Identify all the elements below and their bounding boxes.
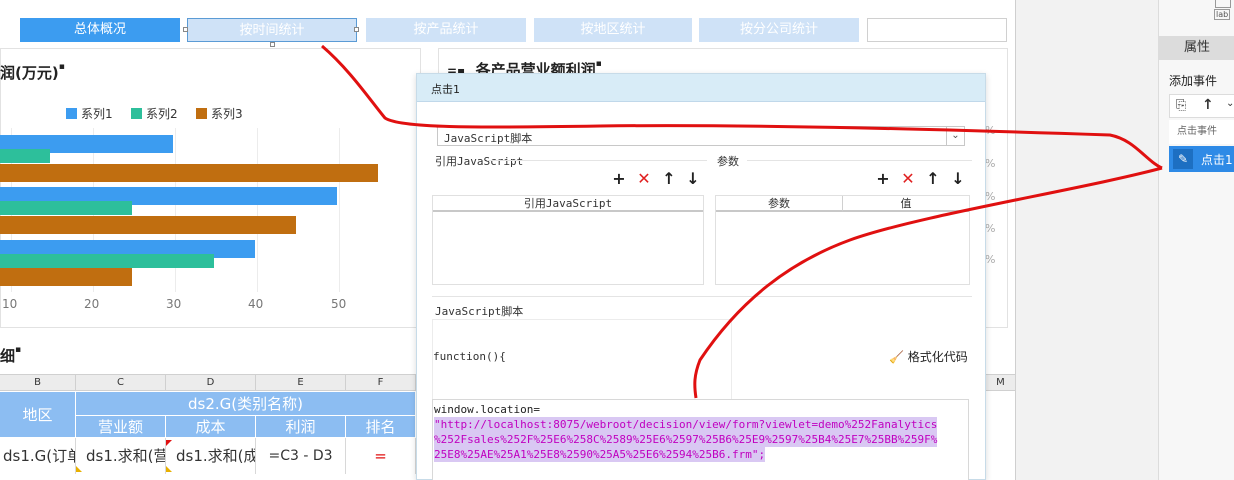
code-line: window.location= [434,403,540,416]
tab-blank[interactable] [867,18,1007,42]
function-signature: function(){ [433,350,506,363]
tab-by-product[interactable]: 按产品统计 [366,18,526,42]
copy-icon[interactable]: ⎘ [1176,98,1186,113]
cell-flag-marker [166,466,172,472]
event-dialog: 点击1 JavaScript脚本 ⌄ 引用JavaScript 参数 + ✕ ↑… [416,73,986,480]
subheader-revenue[interactable]: 营业额 [76,416,166,438]
category-group-header[interactable]: ds2.G(类别名称) [76,392,416,416]
add-event-label: 添加事件 [1169,74,1218,88]
event-item-click1[interactable]: ✎ 点击1 [1169,146,1234,172]
tab-by-region[interactable]: 按地区统计 [534,18,692,42]
format-code-button[interactable]: 🧹 格式化代码 [889,348,968,365]
code-line: 25E8%25AE%25A1%25E8%2590%25A5%25E6%2594%… [434,447,766,462]
event-toolbar: ⎘ ↑ ⌄ [1169,94,1234,118]
selection-handle[interactable] [354,27,359,32]
arrow-down-icon[interactable]: ↓ [950,171,966,187]
script-label: JavaScript脚本 [435,305,524,318]
code-line: %252Fsales%252F%25E6%258C%2589%25E6%2597… [434,432,938,447]
column-header-b[interactable]: B [0,375,76,391]
pct-label: % [985,157,996,170]
subheader-profit[interactable]: 利润 [256,416,346,438]
arrow-down-icon[interactable]: ↓ [685,171,701,187]
cell-revenue-formula[interactable]: ds1.求和(营业额) [76,438,166,474]
event-type-select[interactable]: JavaScript脚本 ⌄ [437,126,965,146]
region-header-cell[interactable]: 地区 [0,392,76,438]
params-table[interactable]: 参数 值 [715,195,970,285]
arrow-up-icon[interactable]: ↑ [1202,97,1214,113]
pct-label: % [985,190,996,203]
chart-bar [0,201,132,215]
event-type-value: JavaScript脚本 [444,132,533,145]
add-icon[interactable]: + [611,171,627,187]
pct-label: % [985,124,996,137]
legend-series1: 系列1 [66,105,113,121]
event-list-header: 点击事件 [1169,120,1234,144]
x-gridline [257,128,258,292]
chevron-down-icon[interactable]: ⌄ [1226,98,1234,109]
format-code-label: 格式化代码 [907,350,968,364]
delete-icon[interactable]: ✕ [636,171,652,187]
cell-profit-formula[interactable]: =C3 - D3 [256,438,346,474]
column-header-d[interactable]: D [166,375,256,391]
column-header-c[interactable]: C [76,375,166,391]
x-tick-label: 50 [331,297,347,311]
x-gridline [339,128,340,292]
subheader-rank[interactable]: 排名 [346,416,416,438]
tab-overview[interactable]: 总体概况 [20,18,180,42]
dialog-titlebar[interactable]: 点击1 [417,74,985,102]
cell-rank-formula[interactable]: = [346,438,416,474]
selection-handle[interactable] [270,42,275,47]
x-tick-label: 30 [166,297,182,311]
chart-bar [0,268,132,286]
table-section-title: 细▪ [0,345,22,365]
code-line: "http://localhost:8075/webroot/decision/… [434,417,938,432]
cell-flag-marker [76,466,82,472]
ref-js-column-header[interactable]: 引用JavaScript [433,196,703,212]
column-header-m[interactable]: M [986,375,1016,391]
chart-bar [0,164,378,182]
value-column-header[interactable]: 值 [843,196,969,212]
ref-js-label: 引用JavaScript [435,155,524,168]
pct-label: % [985,253,996,266]
left-chart-title: 润(万元)▪ [0,62,65,82]
properties-tab[interactable]: 属性 [1159,36,1234,60]
legend-series2: 系列2 [131,105,178,121]
script-editor[interactable]: window.location= "http://localhost:8075/… [432,399,969,480]
ref-js-list[interactable]: 引用JavaScript [432,195,704,285]
cell-flag-marker [166,440,172,446]
chart-bar [0,216,296,234]
x-tick-label: 20 [84,297,100,311]
cell-province-formula[interactable]: ds1.G(订单_省) [0,438,76,474]
add-icon[interactable]: + [875,171,891,187]
selection-handle[interactable] [183,27,188,32]
column-header-f[interactable]: F [346,375,416,391]
params-label: 参数 [717,155,739,168]
event-item-label: 点击1 [1201,153,1233,167]
column-header-e[interactable]: E [256,375,346,391]
divider [487,160,707,161]
dialog-title: 点击1 [431,83,460,96]
edit-icon[interactable]: ✎ [1173,149,1193,169]
widget-icon [1215,0,1231,8]
chart-bar [0,149,50,163]
x-tick-label: 10 [2,297,18,311]
tab-by-time[interactable]: 按时间统计 [187,18,357,42]
x-tick-label: 40 [248,297,264,311]
arrow-up-icon[interactable]: ↑ [925,171,941,187]
chevron-down-icon[interactable]: ⌄ [946,127,964,145]
arrow-up-icon[interactable]: ↑ [661,171,677,187]
broom-icon: 🧹 [889,350,904,364]
param-column-header[interactable]: 参数 [716,196,843,212]
divider [747,160,972,161]
cell-cost-formula[interactable]: ds1.求和(成本) [166,438,256,474]
properties-sidebar: lab 属性 添加事件 ⎘ ↑ ⌄ 点击事件 ✎ 点击1 [1158,0,1234,480]
chart-bar [0,254,214,268]
delete-icon[interactable]: ✕ [900,171,916,187]
legend-series3: 系列3 [196,105,243,121]
label-widget-icon[interactable]: lab [1214,9,1231,20]
divider [432,296,972,297]
subheader-cost[interactable]: 成本 [166,416,256,438]
tab-by-branch[interactable]: 按分公司统计 [699,18,859,42]
pct-label: % [985,222,996,235]
